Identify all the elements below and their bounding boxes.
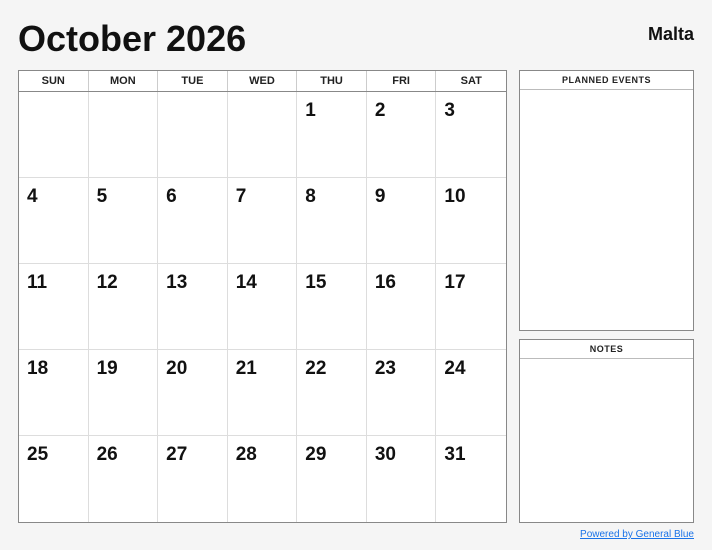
calendar-cell: 8 — [297, 178, 367, 264]
calendar-cell: 12 — [89, 264, 159, 350]
calendar-cell: 26 — [89, 436, 159, 522]
calendar-cell: 18 — [19, 350, 89, 436]
calendar-cell — [158, 92, 228, 178]
day-header: SAT — [436, 71, 506, 91]
day-header: MON — [89, 71, 159, 91]
day-headers: SUNMONTUEWEDTHUFRISAT — [19, 71, 506, 92]
day-header: THU — [297, 71, 367, 91]
calendar-cell: 17 — [436, 264, 506, 350]
calendar-cell: 5 — [89, 178, 159, 264]
calendar-cell: 19 — [89, 350, 159, 436]
calendar-grid: 1234567891011121314151617181920212223242… — [19, 92, 506, 522]
calendar-cell: 22 — [297, 350, 367, 436]
day-header: TUE — [158, 71, 228, 91]
calendar-cell — [19, 92, 89, 178]
calendar-cell: 20 — [158, 350, 228, 436]
calendar-cell: 13 — [158, 264, 228, 350]
calendar-cell: 4 — [19, 178, 89, 264]
calendar-page: October 2026 Malta SUNMONTUEWEDTHUFRISAT… — [0, 0, 712, 550]
calendar-cell: 1 — [297, 92, 367, 178]
calendar-cell: 30 — [367, 436, 437, 522]
calendar-cell: 2 — [367, 92, 437, 178]
calendar-cell: 23 — [367, 350, 437, 436]
calendar-section: SUNMONTUEWEDTHUFRISAT 123456789101112131… — [18, 70, 507, 523]
calendar-cell: 11 — [19, 264, 89, 350]
calendar-cell: 16 — [367, 264, 437, 350]
notes-title: NOTES — [520, 340, 693, 359]
calendar-cell: 3 — [436, 92, 506, 178]
calendar-cell — [89, 92, 159, 178]
calendar-cell: 29 — [297, 436, 367, 522]
header-row: October 2026 Malta — [18, 18, 694, 60]
calendar-cell: 24 — [436, 350, 506, 436]
notes-box: NOTES — [519, 339, 694, 523]
calendar-cell: 15 — [297, 264, 367, 350]
notes-content — [520, 359, 693, 522]
calendar-cell — [228, 92, 298, 178]
main-area: SUNMONTUEWEDTHUFRISAT 123456789101112131… — [18, 70, 694, 523]
calendar-cell: 21 — [228, 350, 298, 436]
planned-events-box: PLANNED EVENTS — [519, 70, 694, 331]
planned-events-title: PLANNED EVENTS — [520, 71, 693, 90]
planned-events-content — [520, 90, 693, 330]
calendar-cell: 10 — [436, 178, 506, 264]
calendar-cell: 7 — [228, 178, 298, 264]
calendar-cell: 28 — [228, 436, 298, 522]
month-title: October 2026 — [18, 18, 246, 60]
calendar-cell: 31 — [436, 436, 506, 522]
day-header: SUN — [19, 71, 89, 91]
country-title: Malta — [648, 18, 694, 45]
calendar-cell: 27 — [158, 436, 228, 522]
footer-link[interactable]: Powered by General Blue — [580, 529, 694, 540]
right-section: PLANNED EVENTS NOTES — [519, 70, 694, 523]
calendar-cell: 6 — [158, 178, 228, 264]
day-header: WED — [228, 71, 298, 91]
calendar-cell: 9 — [367, 178, 437, 264]
calendar-cell: 14 — [228, 264, 298, 350]
day-header: FRI — [367, 71, 437, 91]
calendar-cell: 25 — [19, 436, 89, 522]
footer: Powered by General Blue — [18, 529, 694, 540]
